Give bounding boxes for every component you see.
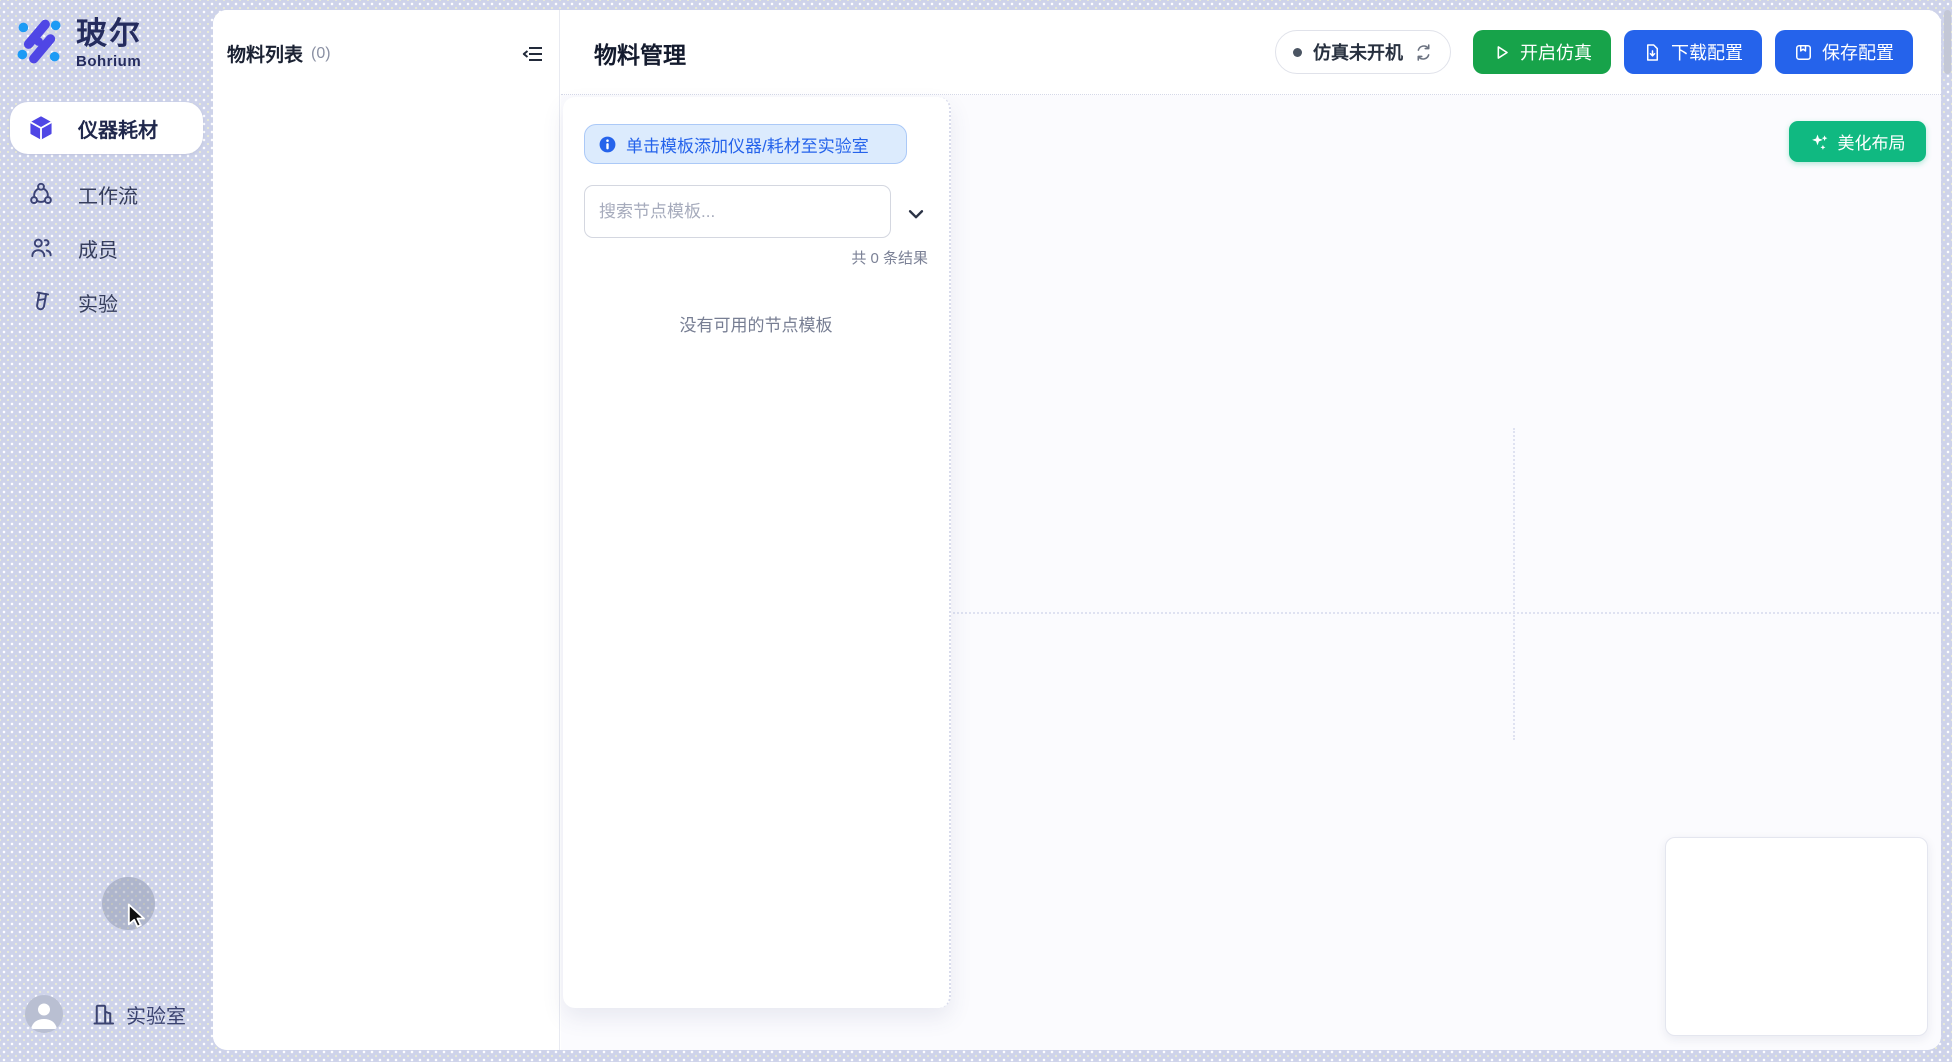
sidebar-item-instruments[interactable]: 仪器耗材 xyxy=(10,102,203,154)
download-config-button[interactable]: 下载配置 xyxy=(1624,30,1762,74)
brand-name: 玻尔 xyxy=(76,16,142,52)
info-icon xyxy=(598,135,617,154)
vertical-scrollbar[interactable] xyxy=(1944,10,1951,74)
content-area: 物料列表 (0) 物料管理 仿真未开机 xyxy=(213,10,1941,1050)
sidebar-item-experiments[interactable]: 实验 xyxy=(10,276,203,328)
sidebar-item-label: 工作流 xyxy=(78,180,138,209)
logo-icon xyxy=(14,16,64,66)
menu-fold-icon xyxy=(521,42,545,66)
expand-filters-button[interactable] xyxy=(903,201,929,227)
sidebar-item-label: 实验 xyxy=(78,288,118,317)
cube-icon xyxy=(28,115,54,141)
simulation-status-pill: 仿真未开机 xyxy=(1275,30,1451,74)
sidebar-item-workflow[interactable]: 工作流 xyxy=(10,168,203,220)
start-simulation-label: 开启仿真 xyxy=(1520,39,1592,65)
members-icon xyxy=(28,235,54,261)
beautify-layout-button[interactable]: 美化布局 xyxy=(1789,121,1926,162)
save-config-label: 保存配置 xyxy=(1822,39,1894,65)
material-list-panel: 物料列表 (0) xyxy=(213,10,560,1050)
main-header: 物料管理 仿真未开机 开启仿真 xyxy=(561,10,1941,95)
minimap[interactable] xyxy=(1665,837,1928,1036)
chevron-down-icon xyxy=(905,203,927,225)
beautify-layout-label: 美化布局 xyxy=(1838,129,1906,154)
sidebar-item-members[interactable]: 成员 xyxy=(10,222,203,274)
mouse-cursor-icon xyxy=(123,901,151,929)
horizontal-guide-line xyxy=(953,612,1941,614)
material-list-title: 物料列表 xyxy=(227,40,303,67)
building-icon xyxy=(90,1001,117,1028)
user-icon xyxy=(25,995,63,1033)
vertical-guide-line xyxy=(1513,428,1515,740)
material-list-count: (0) xyxy=(311,45,331,63)
workflow-icon xyxy=(28,181,54,207)
save-config-button[interactable]: 保存配置 xyxy=(1775,30,1913,74)
download-config-label: 下载配置 xyxy=(1671,39,1743,65)
page-title: 物料管理 xyxy=(594,36,686,70)
main-area: 物料管理 仿真未开机 开启仿真 xyxy=(561,10,1941,1050)
file-download-icon xyxy=(1643,43,1662,62)
refresh-icon[interactable] xyxy=(1414,43,1433,62)
empty-state-text: 没有可用的节点模板 xyxy=(563,311,949,336)
sparkles-icon xyxy=(1810,132,1830,152)
node-template-panel: 单击模板添加仪器/耗材至实验室 共 0 条结果 没有可用的节点模板 xyxy=(563,97,951,1008)
test-tube-icon xyxy=(28,289,54,315)
avatar[interactable] xyxy=(25,995,63,1033)
hint-banner: 单击模板添加仪器/耗材至实验室 xyxy=(584,124,907,164)
lab-link[interactable]: 实验室 xyxy=(126,1000,186,1029)
collapse-panel-button[interactable] xyxy=(521,42,545,66)
hint-banner-text: 单击模板添加仪器/耗材至实验室 xyxy=(626,132,869,157)
brand-logo: 玻尔 Bohrium xyxy=(14,16,142,70)
result-count: 共 0 条结果 xyxy=(851,247,928,268)
brand-subtitle: Bohrium xyxy=(76,53,142,70)
sidebar-footer: 实验室 xyxy=(25,995,186,1033)
flow-canvas[interactable]: 单击模板添加仪器/耗材至实验室 共 0 条结果 没有可用的节点模板 美化布局 xyxy=(561,95,1941,1050)
search-input[interactable] xyxy=(584,185,891,238)
start-simulation-button[interactable]: 开启仿真 xyxy=(1473,30,1611,74)
save-icon xyxy=(1794,43,1813,62)
play-icon xyxy=(1492,43,1511,62)
sidebar-item-label: 仪器耗材 xyxy=(78,114,158,143)
sidebar-item-label: 成员 xyxy=(78,234,118,263)
header-controls: 仿真未开机 开启仿真 xyxy=(1275,30,1913,74)
status-dot-icon xyxy=(1293,48,1302,57)
simulation-status-text: 仿真未开机 xyxy=(1313,39,1403,65)
